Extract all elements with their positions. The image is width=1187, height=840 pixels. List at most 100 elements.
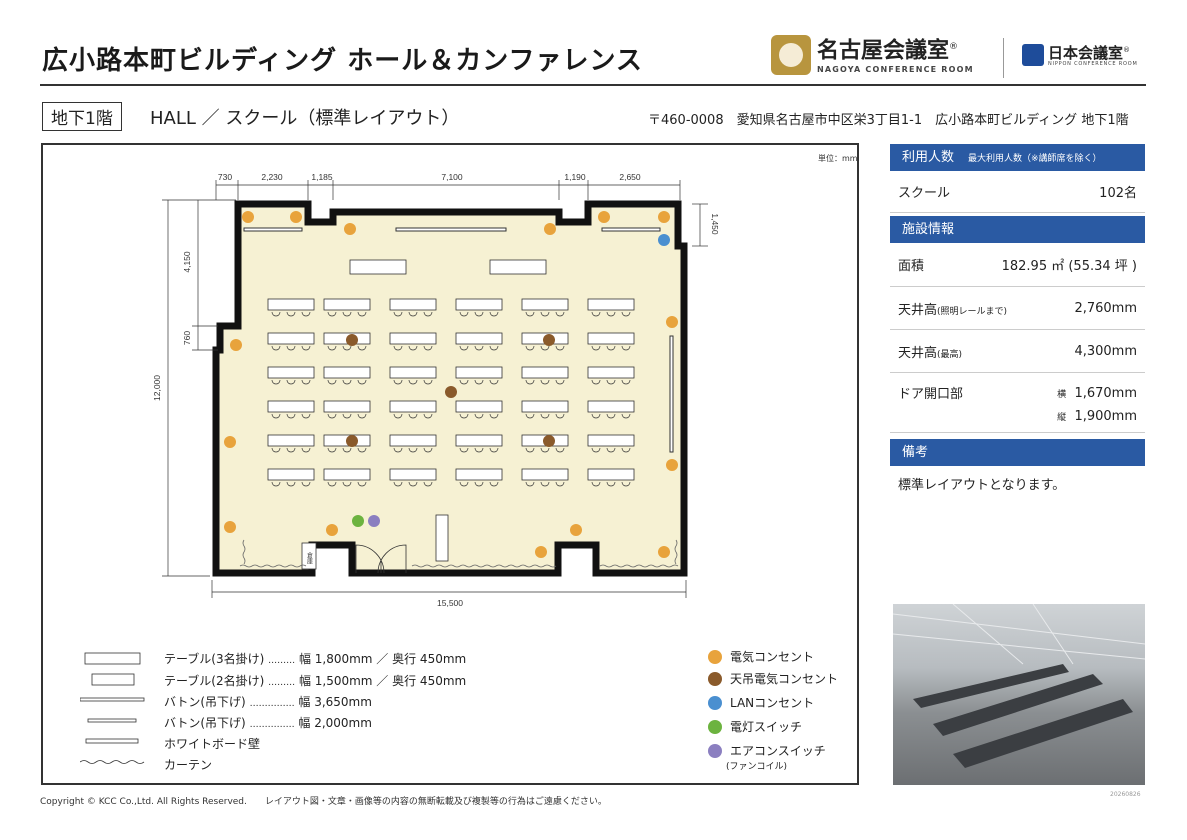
legend-table2: テーブル(2名掛け) ……… 幅 1,500mm ／ 奥行 450mm bbox=[164, 674, 467, 688]
desk bbox=[587, 400, 635, 413]
legend-lan-label: LANコンセント bbox=[730, 696, 815, 710]
legend-ac-switch-label: エアコンスイッチ bbox=[730, 744, 826, 758]
desk bbox=[389, 298, 437, 311]
svg-text:1,190: 1,190 bbox=[564, 172, 586, 182]
desk bbox=[267, 400, 315, 413]
legend-curtain: カーテン bbox=[164, 758, 213, 772]
desk bbox=[455, 468, 503, 481]
capacity-header: 利用人数 最大利用人数（※講師席を除く） bbox=[890, 144, 1145, 171]
door-row: ドア開口部 横 1,670mm 縦 1,900mm bbox=[890, 373, 1145, 433]
desk bbox=[455, 434, 503, 447]
desk bbox=[267, 332, 315, 345]
desk bbox=[389, 434, 437, 447]
svg-text:2,650: 2,650 bbox=[619, 172, 641, 182]
school-row: スクール 102名 bbox=[890, 171, 1145, 213]
light-switch-icon bbox=[352, 515, 364, 527]
legend-ac-note: (ファンコイル) bbox=[726, 762, 788, 772]
desk bbox=[267, 434, 315, 447]
desk bbox=[267, 298, 315, 311]
legend-baton1: バトン(吊下げ) …………… 幅 3,650mm bbox=[164, 695, 372, 709]
desk bbox=[455, 298, 503, 311]
desk bbox=[587, 332, 635, 345]
legend-light-switch-label: 電灯スイッチ bbox=[730, 720, 803, 734]
area-row: 面積 182.95 ㎡ (55.34 坪 ) bbox=[890, 243, 1145, 287]
light-switch-icon bbox=[708, 720, 722, 734]
desk bbox=[587, 468, 635, 481]
legend-table3: テーブル(3名掛け) ……… 幅 1,800mm ／ 奥行 450mm bbox=[164, 652, 467, 666]
capacity-section: 利用人数 最大利用人数（※講師席を除く） スクール 102名 bbox=[890, 144, 1145, 213]
svg-text:4,150: 4,150 bbox=[182, 251, 192, 273]
legend-outlet-label: 電気コンセント bbox=[730, 650, 815, 664]
outlet-icon bbox=[658, 546, 670, 558]
outlet-icon bbox=[544, 223, 556, 235]
desk bbox=[267, 366, 315, 379]
desk bbox=[267, 468, 315, 481]
ceiling-outlet-icon bbox=[543, 334, 555, 346]
room-photo-illustration bbox=[893, 604, 1145, 768]
ceiling-outlet-icon bbox=[346, 334, 358, 346]
ceiling-outlet-icon bbox=[445, 386, 457, 398]
outlet-icon bbox=[344, 223, 356, 235]
desk bbox=[455, 400, 503, 413]
legend-tables: テーブル(3名掛け) ……… 幅 1,800mm ／ 奥行 450mm テーブル… bbox=[80, 650, 480, 775]
svg-text:1,185: 1,185 bbox=[311, 172, 333, 182]
outlet-icon bbox=[658, 211, 670, 223]
ceiling-max-row: 天井高(最高) 4,300mm bbox=[890, 330, 1145, 373]
desk bbox=[455, 332, 503, 345]
facility-header: 施設情報 bbox=[890, 216, 1145, 243]
desk bbox=[521, 366, 569, 379]
ceiling-outlet-icon bbox=[708, 672, 722, 686]
desk bbox=[323, 298, 371, 311]
outlet-icon bbox=[242, 211, 254, 223]
outlet-icon bbox=[598, 211, 610, 223]
desk bbox=[455, 366, 503, 379]
facility-section: 施設情報 面積 182.95 ㎡ (55.34 坪 ) 天井高(照明レールまで) 2… bbox=[890, 216, 1145, 433]
storage-label: 倉庫 bbox=[306, 551, 313, 565]
desk bbox=[521, 468, 569, 481]
ceiling-outlet-icon bbox=[346, 435, 358, 447]
notes-section: 備考 標準レイアウトとなります。 bbox=[890, 439, 1145, 501]
outlet-icon bbox=[535, 546, 547, 558]
svg-text:7,100: 7,100 bbox=[441, 172, 463, 182]
legend-whiteboard: ホワイトボード壁 bbox=[164, 737, 261, 751]
desk bbox=[587, 298, 635, 311]
svg-text:12,000: 12,000 bbox=[152, 375, 162, 401]
desk bbox=[389, 468, 437, 481]
outlet-icon bbox=[570, 524, 582, 536]
notes-text: 標準レイアウトとなります。 bbox=[898, 478, 1066, 493]
outlet-icon bbox=[666, 459, 678, 471]
notes-header: 備考 bbox=[890, 439, 1145, 466]
desk bbox=[323, 468, 371, 481]
desk bbox=[389, 366, 437, 379]
outlet-icon bbox=[708, 650, 722, 664]
desk bbox=[521, 400, 569, 413]
outlet-icon bbox=[290, 211, 302, 223]
legend-ceiling-outlet-label: 天吊電気コンセント bbox=[730, 672, 839, 686]
outlet-icon bbox=[666, 316, 678, 328]
legend-outlets: 電気コンセント 天吊電気コンセント LANコンセント 電灯スイッチ エアコンスイ… bbox=[706, 648, 856, 773]
outlet-icon bbox=[224, 436, 236, 448]
svg-text:760: 760 bbox=[182, 331, 192, 345]
desk bbox=[389, 400, 437, 413]
outlet-icon bbox=[224, 521, 236, 533]
ac-switch-icon bbox=[708, 744, 722, 758]
desk bbox=[323, 400, 371, 413]
print-stamp: 20260826 bbox=[1110, 791, 1141, 798]
desk bbox=[389, 332, 437, 345]
desk bbox=[323, 366, 371, 379]
svg-text:1,450: 1,450 bbox=[710, 213, 720, 235]
ac-switch-icon bbox=[368, 515, 380, 527]
outlet-icon bbox=[230, 339, 242, 351]
ceiling-outlet-icon bbox=[543, 435, 555, 447]
svg-text:730: 730 bbox=[218, 172, 232, 182]
desk bbox=[521, 298, 569, 311]
lan-icon bbox=[658, 234, 670, 246]
legend-symbols bbox=[80, 652, 145, 764]
desk bbox=[587, 366, 635, 379]
legend-baton2: バトン(吊下げ) …………… 幅 2,000mm bbox=[164, 716, 372, 730]
svg-text:2,230: 2,230 bbox=[261, 172, 283, 182]
outlet-icon bbox=[326, 524, 338, 536]
lan-icon bbox=[708, 696, 722, 710]
ceiling-rail-row: 天井高(照明レールまで) 2,760mm bbox=[890, 287, 1145, 330]
copyright: Copyright © KCC Co.,Ltd. All Rights Rese… bbox=[40, 797, 607, 807]
